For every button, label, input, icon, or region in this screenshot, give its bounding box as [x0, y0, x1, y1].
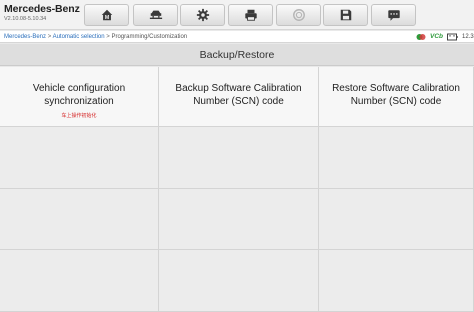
- empty-tile: [159, 127, 319, 189]
- breadcrumb: Mercedes-Benz > Automatic selection > Pr…: [4, 31, 187, 43]
- software-version: V2.10.08-5.10.34: [4, 16, 47, 22]
- app-window: Mercedes-Benz V2.10.08-5.10.34 M Mercede…: [0, 0, 474, 312]
- breadcrumb-separator: >: [47, 34, 52, 40]
- breadcrumb-bar: Mercedes-Benz > Automatic selection > Pr…: [0, 31, 474, 43]
- top-toolbar: Mercedes-Benz V2.10.08-5.10.34 M: [0, 0, 474, 30]
- empty-tile: [319, 250, 474, 312]
- breadcrumb-item-brand[interactable]: Mercedes-Benz: [4, 34, 46, 40]
- function-tile-note: 车上操作初始化: [61, 113, 97, 119]
- empty-tile: [0, 189, 159, 250]
- home-icon: M: [101, 9, 112, 21]
- function-tile-title: Restore Software Calibration Number (SCN…: [332, 83, 460, 107]
- message-button[interactable]: [371, 4, 416, 26]
- brand-name: Mercedes-Benz: [4, 3, 80, 15]
- battery-voltage: 12.3: [462, 34, 474, 40]
- brand-block: Mercedes-Benz V2.10.08-5.10.34: [4, 3, 80, 22]
- function-tile-title: Backup Software Calibration Number (SCN)…: [175, 83, 302, 107]
- empty-tile: [0, 127, 159, 189]
- printer-icon: [244, 9, 257, 21]
- battery-icon: [447, 33, 458, 41]
- settings-button[interactable]: [180, 4, 225, 26]
- empty-tile: [319, 189, 474, 250]
- gear-icon: [196, 8, 209, 22]
- function-tile-restore-scn[interactable]: Restore Software Calibration Number (SCN…: [319, 67, 474, 127]
- message-icon: [387, 10, 400, 21]
- svg-text:M: M: [104, 15, 109, 21]
- status-area: VCb 12.3: [416, 31, 474, 43]
- vehicle-swap-button[interactable]: [133, 4, 178, 26]
- function-tile-title: Vehicle configuration synchronization: [32, 83, 126, 107]
- breadcrumb-item-current: Programming/Customization: [111, 34, 188, 40]
- breadcrumb-separator: >: [106, 34, 110, 40]
- function-tile-backup-scn[interactable]: Backup Software Calibration Number (SCN)…: [159, 67, 319, 127]
- remote-icon: [292, 9, 305, 21]
- empty-tile: [159, 250, 319, 312]
- function-grid: Vehicle configuration synchronization 车上…: [0, 67, 474, 312]
- empty-tile: [159, 189, 319, 250]
- save-button[interactable]: [323, 4, 368, 26]
- vcb-status-label: VCb: [430, 33, 443, 40]
- network-status-icon: [416, 34, 426, 40]
- print-button[interactable]: [228, 4, 273, 26]
- breadcrumb-item-selection[interactable]: Automatic selection: [53, 34, 105, 40]
- page-title: Backup/Restore: [0, 44, 474, 66]
- car-lift-icon: [149, 10, 162, 20]
- function-tile-vehicle-config-sync[interactable]: Vehicle configuration synchronization 车上…: [0, 67, 159, 127]
- remote-button[interactable]: [276, 4, 321, 26]
- home-button[interactable]: M: [84, 4, 129, 26]
- save-icon: [340, 9, 351, 21]
- empty-tile: [0, 250, 159, 312]
- empty-tile: [319, 127, 474, 189]
